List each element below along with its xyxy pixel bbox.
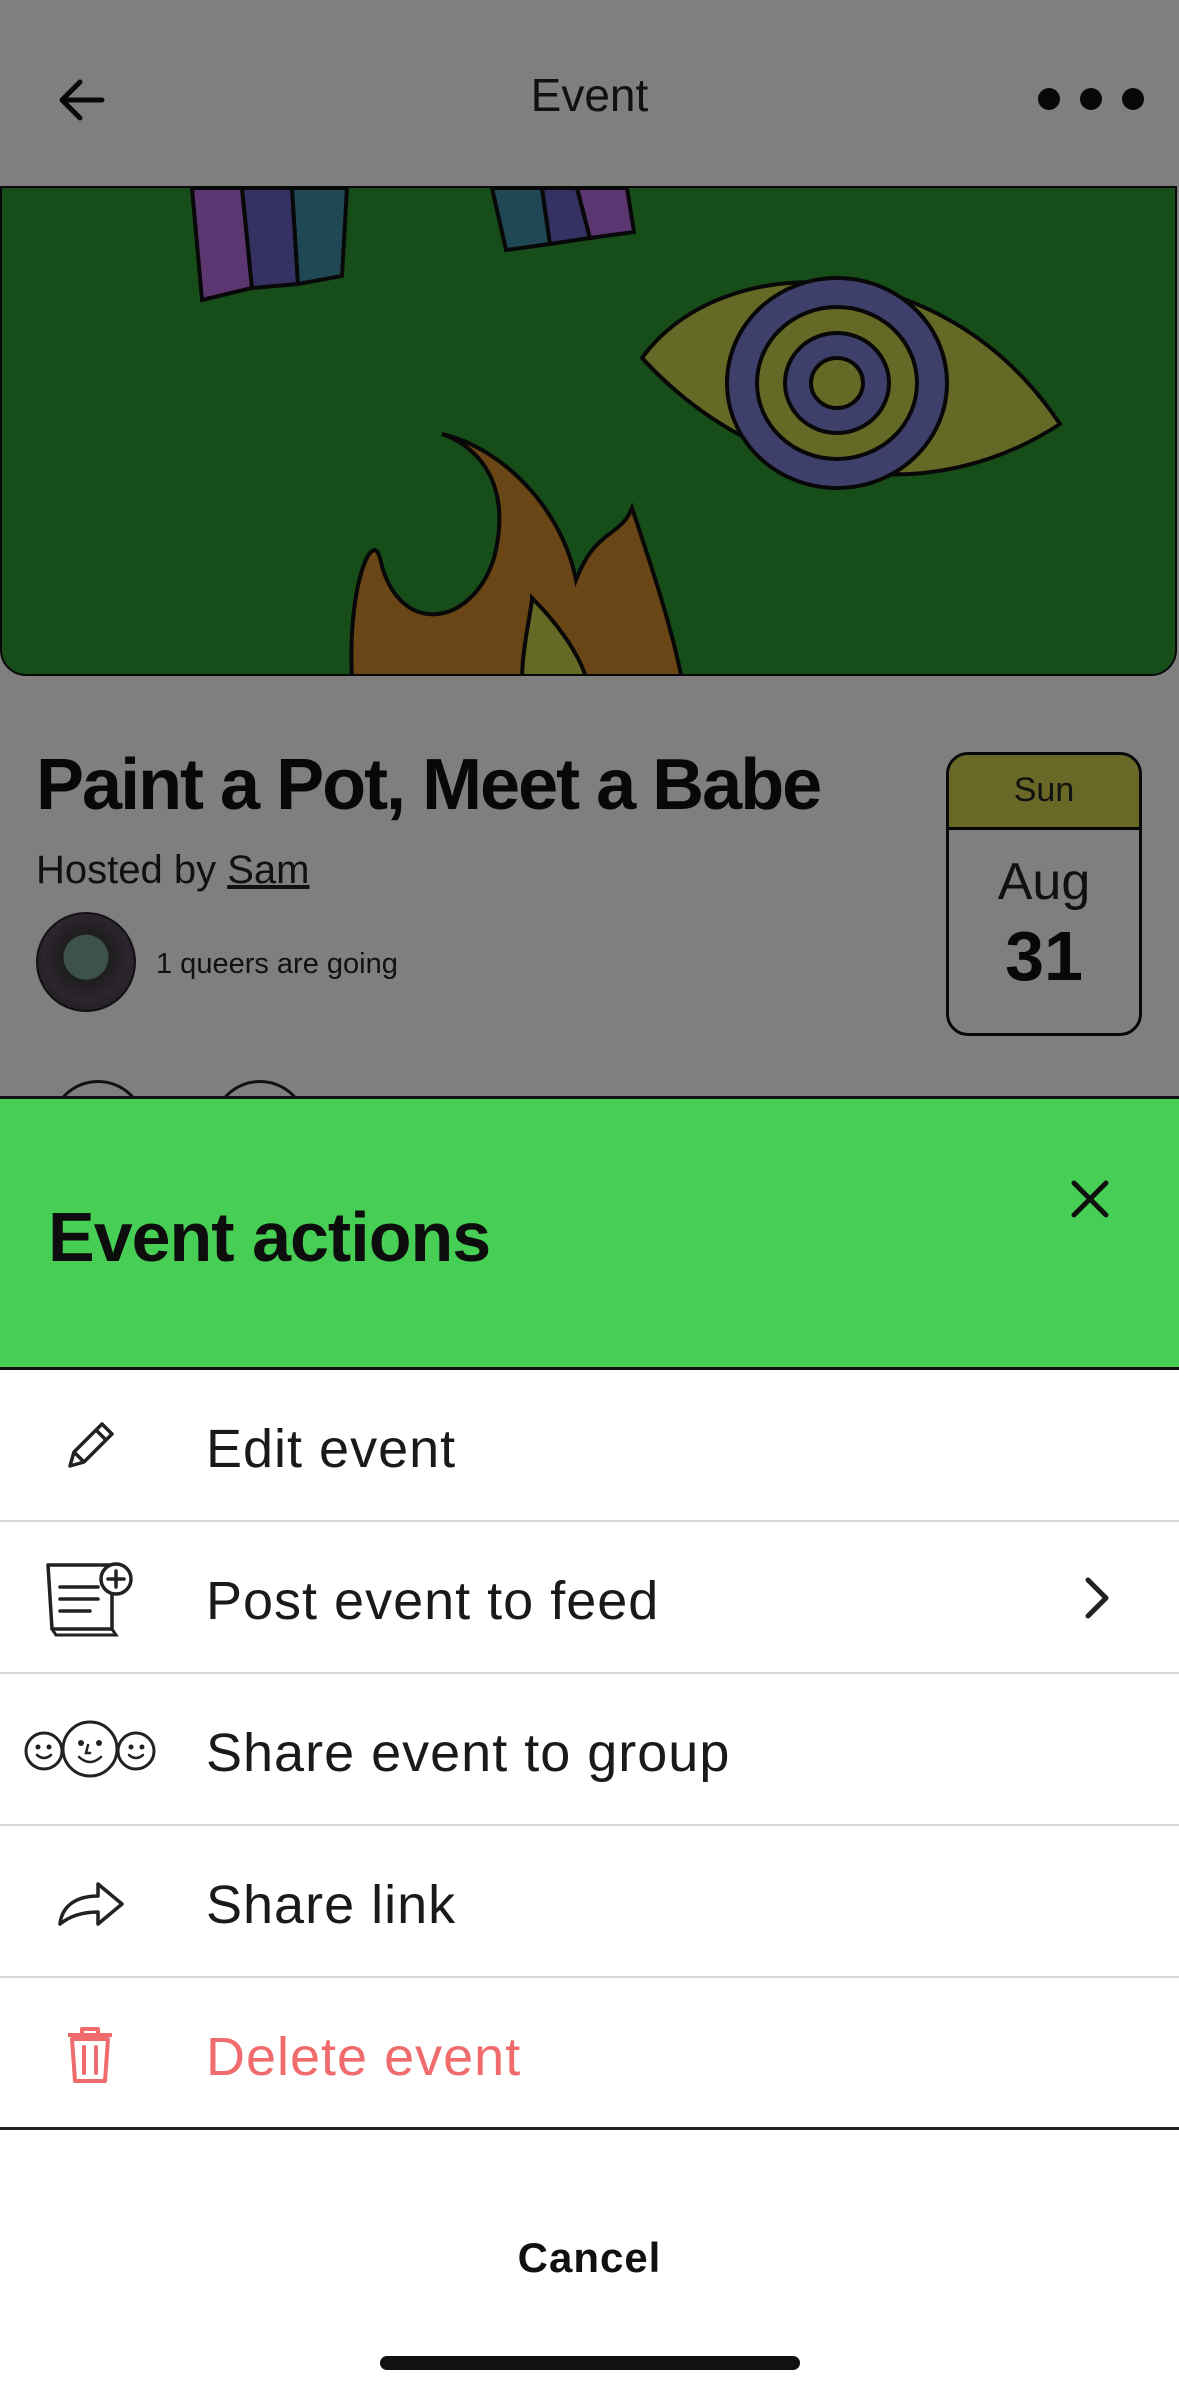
sheet-title: Event actions <box>48 1198 491 1276</box>
trash-icon <box>22 2004 158 2104</box>
delete-event-label: Delete event <box>206 2027 522 2087</box>
post-event-to-feed-button[interactable]: Post event to feed <box>0 1522 1179 1674</box>
share-link-label: Share link <box>206 1875 457 1935</box>
edit-event-button[interactable]: Edit event <box>0 1370 1179 1522</box>
share-event-to-group-button[interactable]: Share event to group <box>0 1674 1179 1826</box>
share-event-to-group-label: Share event to group <box>206 1723 731 1783</box>
share-arrow-icon <box>22 1852 158 1952</box>
close-icon[interactable] <box>1060 1169 1120 1229</box>
post-event-to-feed-label: Post event to feed <box>206 1571 660 1631</box>
delete-event-button[interactable]: Delete event <box>0 1978 1179 2130</box>
home-indicator[interactable] <box>380 2356 800 2370</box>
share-link-button[interactable]: Share link <box>0 1826 1179 1978</box>
group-faces-icon <box>22 1700 158 1800</box>
event-actions-sheet: Event actions Edit event Post event to f… <box>0 1096 1179 2396</box>
pencil-icon <box>22 1396 158 1496</box>
event-page-background: Event <box>0 0 1179 1100</box>
sheet-header: Event actions <box>0 1096 1179 1370</box>
edit-event-label: Edit event <box>206 1419 457 1479</box>
post-to-feed-icon <box>22 1548 158 1648</box>
modal-scrim[interactable] <box>0 0 1179 1098</box>
cancel-button[interactable]: Cancel <box>0 2234 1179 2282</box>
chevron-right-icon <box>1085 1577 1109 1619</box>
